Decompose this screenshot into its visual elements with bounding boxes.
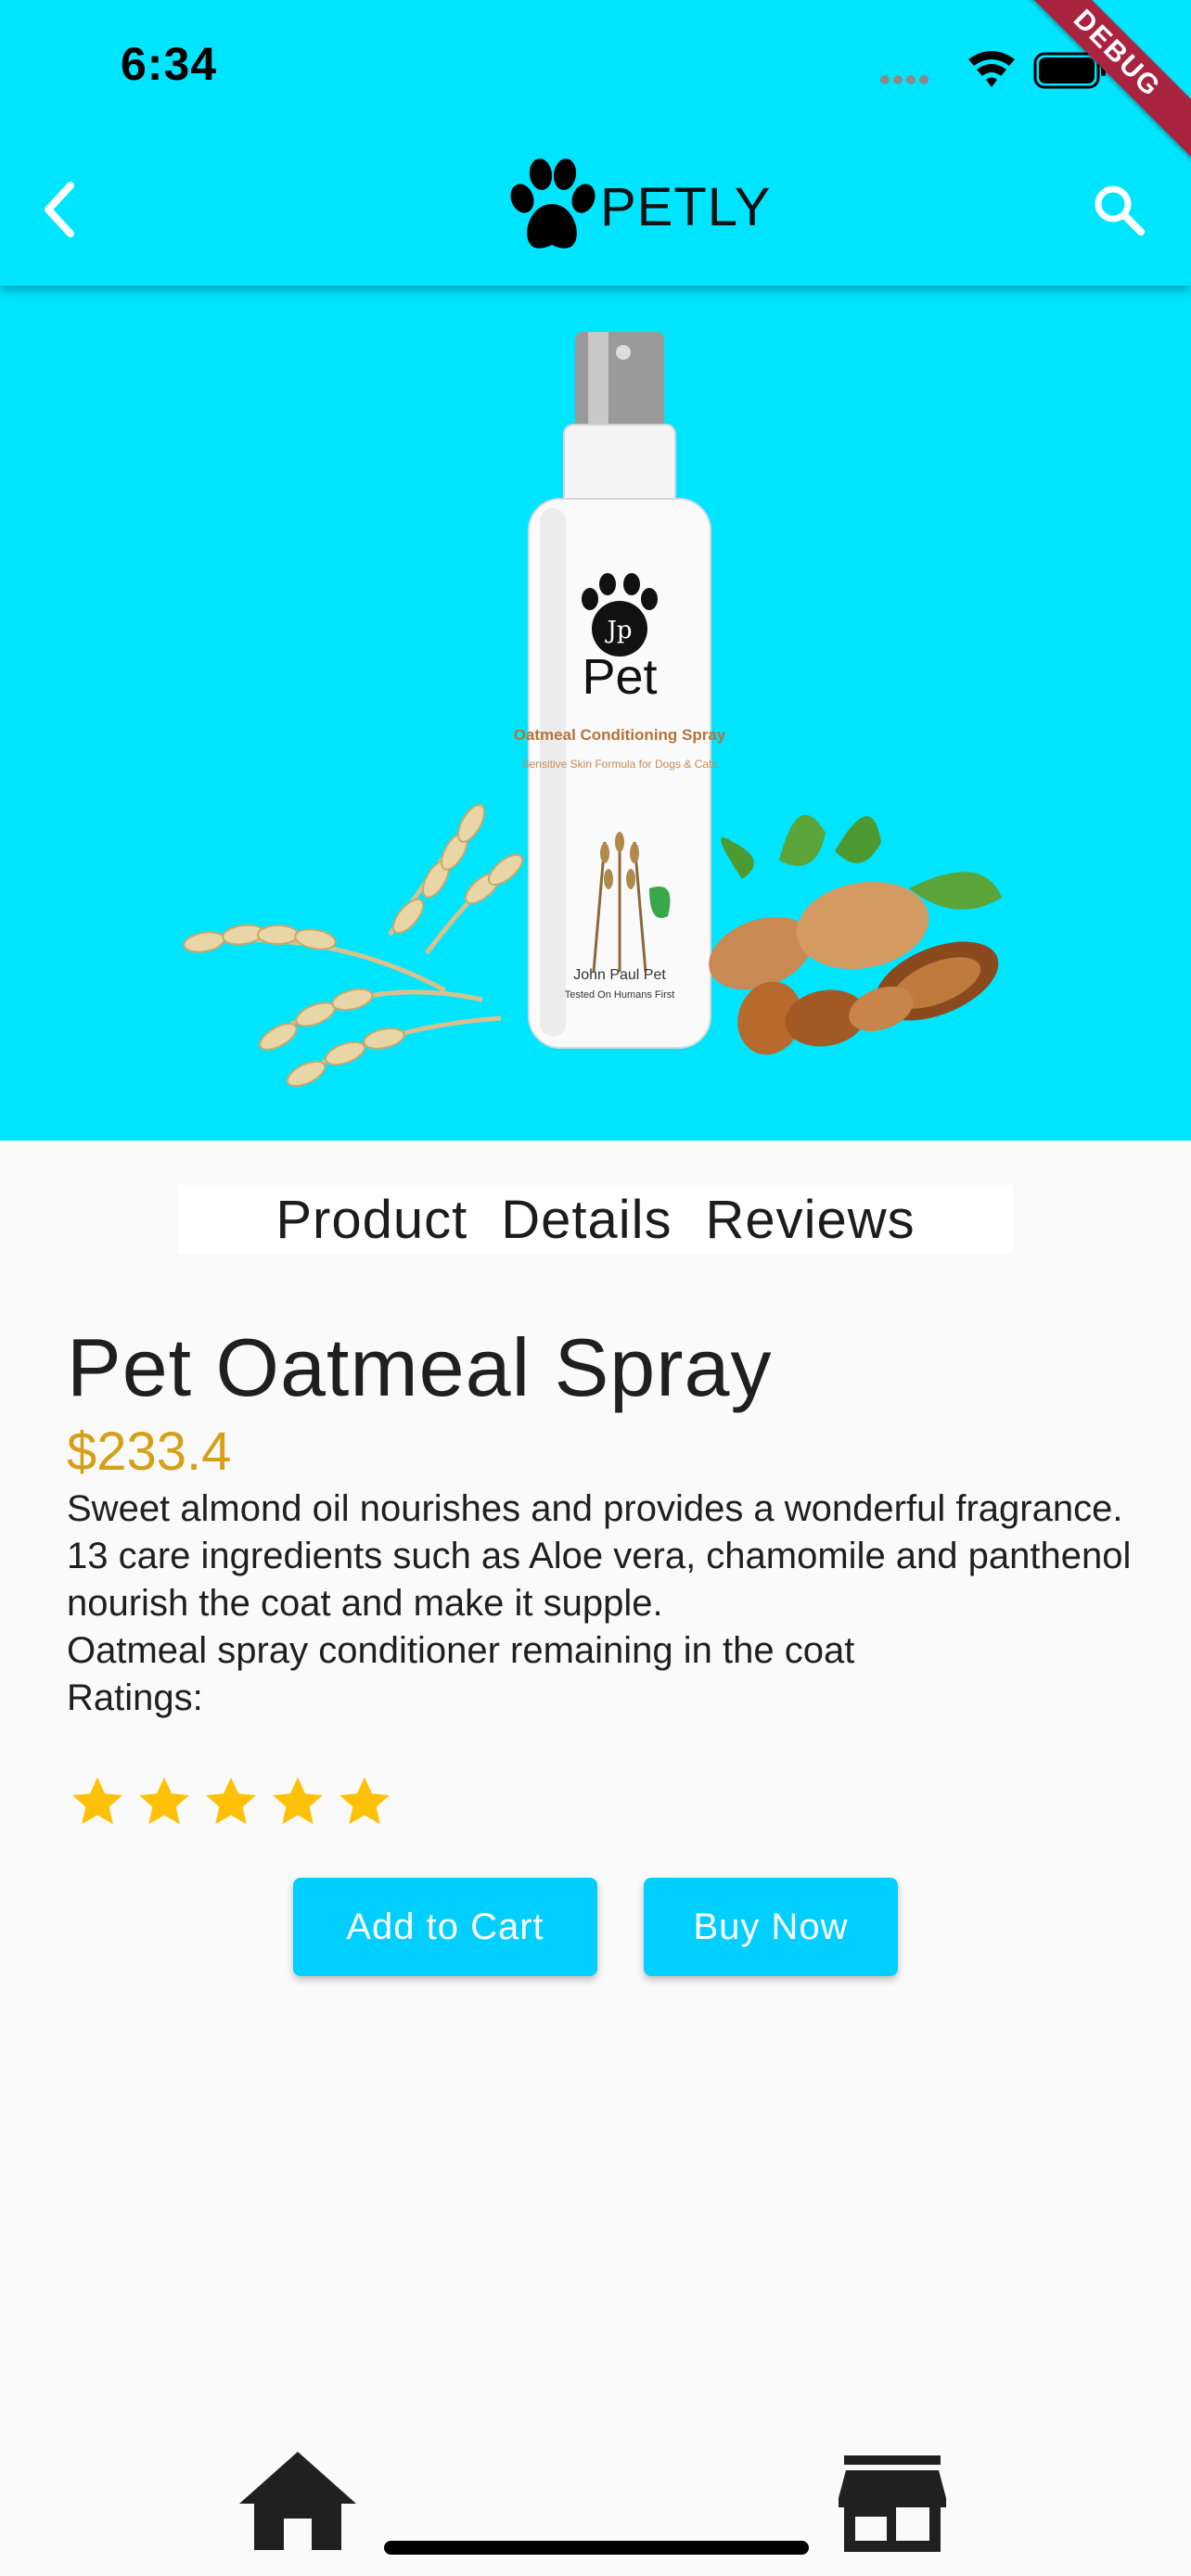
bottle-illustration: Jp Pet Oatmeal Conditioning Spray Sensit… <box>514 332 726 1049</box>
back-button[interactable] <box>33 172 89 247</box>
search-button[interactable] <box>1089 180 1148 239</box>
home-icon <box>239 2452 356 2550</box>
home-nav-button[interactable] <box>237 2448 358 2550</box>
wifi-icon <box>968 51 1015 87</box>
star-icon <box>339 1777 390 1825</box>
bottle-maker-text: John Paul Pet <box>573 967 666 983</box>
home-indicator[interactable] <box>384 2541 809 2555</box>
chevron-left-icon <box>45 182 74 237</box>
star-icon <box>206 1777 256 1825</box>
svg-text:Jp: Jp <box>604 617 632 644</box>
status-icons <box>880 51 1106 89</box>
tab-product[interactable]: Product <box>275 1189 467 1251</box>
product-illustration: Jp Pet Oatmeal Conditioning Spray Sensit… <box>183 332 1002 1088</box>
product-image: Jp Pet Oatmeal Conditioning Spray Sensit… <box>0 286 1191 1141</box>
buy-now-button[interactable]: Buy Now <box>644 1878 898 1976</box>
brand-logo: PETLY <box>506 156 771 258</box>
description-line: 13 care ingredients such as Aloe vera, c… <box>67 1536 1132 1624</box>
product-price: $233.4 <box>67 1422 232 1482</box>
tab-reviews[interactable]: Reviews <box>706 1189 916 1251</box>
star-icon <box>139 1777 189 1825</box>
cellular-signal-icon <box>880 75 928 84</box>
store-nav-button[interactable] <box>839 2455 946 2552</box>
bottle-tag-text: Tested On Humans First <box>565 989 675 1001</box>
star-icon <box>273 1777 323 1825</box>
paw-icon <box>510 159 596 249</box>
bottle-name-text: Oatmeal Conditioning Spray <box>514 726 726 744</box>
rating-stars <box>69 1773 393 1830</box>
search-icon <box>1095 185 1145 236</box>
wheat-grains <box>183 804 524 1088</box>
add-to-cart-button[interactable]: Add to Cart <box>293 1878 597 1976</box>
bottle-sub-text: Sensitive Skin Formula for Dogs & Cats <box>522 758 718 771</box>
description-line: Oatmeal spray conditioner remaining in t… <box>67 1630 855 1671</box>
product-description: Sweet almond oil nourishes and provides … <box>67 1486 1133 1722</box>
status-time: 6:34 <box>121 38 218 90</box>
description-line: Sweet almond oil nourishes and provides … <box>67 1488 1123 1529</box>
star-icon <box>72 1777 122 1825</box>
tab-bar: Product Details Reviews <box>178 1185 1013 1254</box>
ratings-label: Ratings: <box>67 1677 203 1718</box>
almonds-illustration <box>709 814 1002 1055</box>
brand-name: PETLY <box>600 176 772 237</box>
app-bar: 6:34 DEBUG PETLY <box>0 0 1191 286</box>
product-screen: 6:34 DEBUG PETLY Jp Pet Oatmeal Conditio… <box>0 0 1191 2576</box>
store-icon <box>839 2455 946 2552</box>
tab-details[interactable]: Details <box>501 1189 672 1251</box>
product-title: Pet Oatmeal Spray <box>67 1321 773 1413</box>
bottle-brand-text: Pet <box>582 649 657 705</box>
